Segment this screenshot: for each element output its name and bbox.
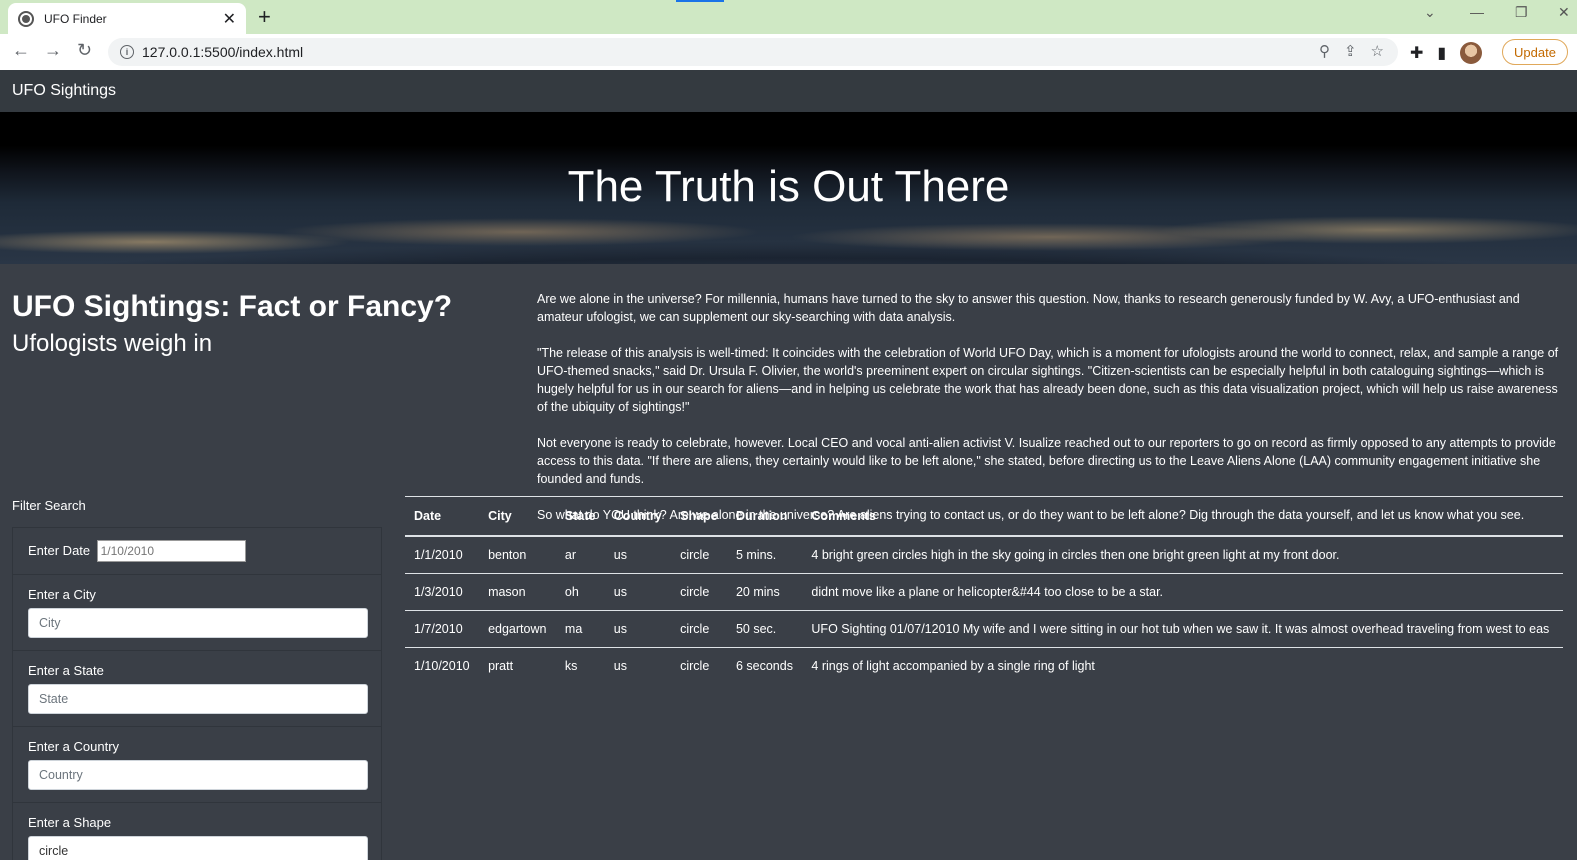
table-row: 1/3/2010 mason oh us circle 20 mins didn…	[405, 573, 1563, 611]
column-header: Duration	[726, 496, 803, 537]
filter-city-item: Enter a City	[12, 574, 382, 650]
shape-input[interactable]	[28, 836, 368, 860]
table-cell: 50 sec.	[726, 610, 803, 648]
browser-tab[interactable]: UFO Finder ✕	[8, 3, 246, 34]
column-header: Comments	[802, 496, 1563, 537]
table-cell: 4 bright green circles high in the sky g…	[802, 536, 1563, 574]
minimize-icon[interactable]: —	[1470, 4, 1484, 20]
side-panel-icon[interactable]: ▮	[1437, 43, 1446, 63]
column-header: Shape	[671, 496, 727, 537]
back-icon[interactable]: ←	[12, 40, 30, 61]
article-paragraph: "The release of this analysis is well-ti…	[537, 346, 1559, 414]
filter-date-item: Enter Date	[12, 527, 382, 574]
table-cell: us	[604, 536, 672, 574]
shape-label: Enter a Shape	[28, 815, 112, 830]
extensions-puzzle-icon[interactable]: ✚	[1410, 43, 1423, 63]
site-navbar: UFO Sightings	[0, 70, 1577, 112]
zoom-icon[interactable]: ⚲	[1319, 42, 1330, 60]
column-header: Date	[405, 496, 480, 537]
update-button[interactable]: Update	[1502, 39, 1568, 65]
page-subtitle: Ufologists weigh in	[12, 330, 213, 357]
new-tab-icon[interactable]: +	[258, 4, 271, 30]
filter-country-item: Enter a Country	[12, 726, 382, 802]
table-cell: circle	[680, 658, 710, 673]
address-bar[interactable]: i 127.0.0.1:5500/index.html ⚲ ⇪ ☆	[108, 38, 1398, 66]
table-cell: us	[604, 610, 672, 648]
window-close-icon[interactable]: ✕	[1558, 4, 1570, 21]
table-row: 1/10/2010 pratt ks us circle 6 seconds 4…	[405, 647, 1563, 684]
table-cell: us	[604, 573, 672, 611]
article-paragraph: Are we alone in the universe? For millen…	[537, 292, 1520, 324]
table-cell: edgartown	[479, 610, 556, 648]
tab-title: UFO Finder	[44, 11, 107, 26]
country-label: Enter a Country	[28, 739, 120, 754]
hero-title: The Truth is Out There	[567, 162, 1010, 211]
restore-icon[interactable]: ❐	[1515, 4, 1528, 21]
table-row: 1/1/2010 benton ar us circle 5 mins. 4 b…	[405, 536, 1563, 574]
table-cell: didnt move like a plane or helicopter&#4…	[802, 573, 1563, 611]
table-cell: 20 mins	[726, 573, 803, 611]
sightings-table-container: Date City State Country Shape Duration C…	[405, 496, 1563, 684]
table-cell: 5 mins.	[726, 536, 803, 574]
hero-banner: The Truth is Out There	[0, 112, 1577, 264]
table-cell: 1/7/2010	[405, 610, 480, 648]
city-input[interactable]	[28, 608, 368, 638]
globe-icon	[18, 10, 34, 27]
table-cell: circle	[671, 610, 727, 648]
profile-avatar[interactable]	[1460, 42, 1483, 64]
forward-icon[interactable]: →	[44, 40, 62, 61]
column-header: City	[479, 496, 556, 537]
table-cell: oh	[555, 573, 605, 611]
city-label: Enter a City	[28, 587, 96, 602]
date-input[interactable]	[96, 540, 246, 562]
filter-list: Enter Date Enter a City Enter a State En…	[12, 527, 382, 860]
table-row: 1/7/2010 edgartown ma us circle 50 sec. …	[405, 610, 1563, 648]
filter-search-heading: Filter Search	[12, 498, 86, 513]
table-cell: us	[613, 658, 627, 673]
filter-state-item: Enter a State	[12, 650, 382, 726]
table-cell: 1/3/2010	[405, 573, 480, 611]
table-cell: ar	[555, 536, 605, 574]
country-input[interactable]	[28, 760, 368, 790]
table-cell: UFO Sighting 01/07/12010 My wife and I w…	[802, 610, 1563, 648]
browser-toolbar: ← → ↻ i 127.0.0.1:5500/index.html ⚲ ⇪ ☆ …	[0, 34, 1577, 70]
article-paragraph: Not everyone is ready to celebrate, howe…	[537, 436, 1556, 486]
bookmark-star-icon[interactable]: ☆	[1371, 42, 1384, 60]
table-cell: ks	[564, 658, 578, 673]
share-icon[interactable]: ⇪	[1344, 42, 1357, 60]
state-label: Enter a State	[28, 663, 104, 678]
table-cell: 1/10/2010	[414, 658, 470, 673]
table-cell: benton	[479, 536, 556, 574]
table-cell: circle	[671, 573, 727, 611]
filter-shape-item: Enter a Shape	[12, 802, 382, 860]
table-cell: circle	[671, 536, 727, 574]
table-cell: ma	[555, 610, 605, 648]
table-header-row: Date City State Country Shape Duration C…	[405, 496, 1563, 537]
navbar-brand[interactable]: UFO Sightings	[12, 82, 116, 100]
table-cell: pratt	[488, 658, 514, 673]
column-header: Country	[604, 496, 672, 537]
tab-search-icon[interactable]: ⌄	[1424, 4, 1436, 21]
browser-tab-bar: UFO Finder ✕ + ⌄ — ❐ ✕	[0, 0, 1577, 34]
column-header: State	[555, 496, 605, 537]
table-cell: mason	[479, 573, 556, 611]
date-label: Enter Date	[28, 543, 91, 558]
close-tab-icon[interactable]: ✕	[223, 9, 236, 29]
state-input[interactable]	[28, 684, 368, 714]
table-cell: 1/1/2010	[405, 536, 480, 574]
page-title: UFO Sightings: Fact or Fancy?	[12, 290, 453, 323]
reload-icon[interactable]: ↻	[77, 40, 92, 61]
table-cell: 4 rings of light accompanied by a single…	[811, 658, 1095, 673]
sightings-table: Date City State Country Shape Duration C…	[405, 496, 1563, 684]
url-text: 127.0.0.1:5500/index.html	[142, 44, 304, 60]
site-info-icon[interactable]: i	[120, 45, 134, 59]
table-cell: 6 seconds	[735, 658, 793, 673]
tab-strip-indicator	[676, 0, 724, 2]
